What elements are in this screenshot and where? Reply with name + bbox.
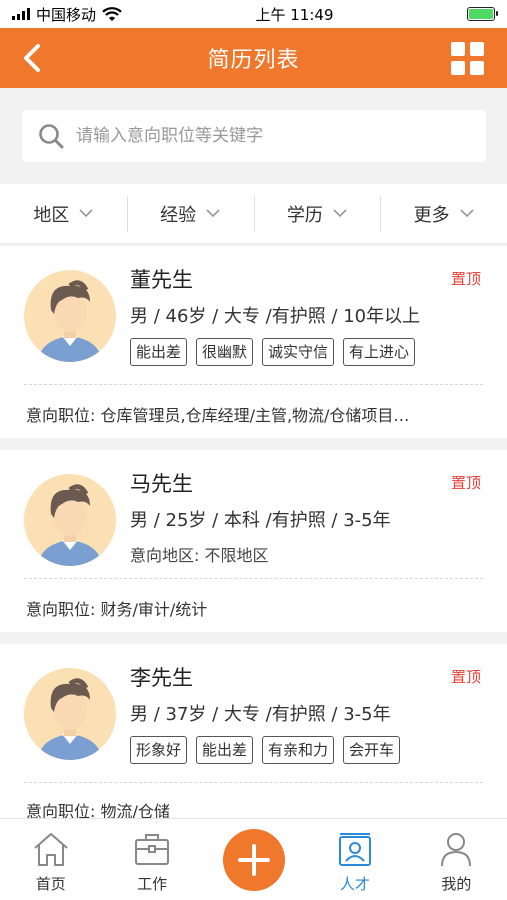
tab-talent[interactable]: 人才: [304, 819, 405, 900]
avatar: [24, 474, 116, 566]
intended-job: 意向职位: 仓库管理员,仓库经理/主管,物流/仓储项目…: [26, 406, 410, 425]
intended-job: 意向职位: 物流/仓储: [26, 802, 170, 818]
candidate-name: 马先生: [130, 472, 193, 496]
filter-label: 经验: [160, 204, 197, 226]
tab-bar: 首页 工作 人才 我的: [0, 818, 507, 900]
status-bar: 中国移动 上午 11:49: [0, 0, 507, 28]
back-arrow-icon[interactable]: [16, 42, 48, 74]
briefcase-icon: [135, 834, 170, 865]
candidate-info: 男 / 46岁 / 大专 /有护照 / 10年以上: [130, 306, 421, 327]
grid-icon[interactable]: [451, 42, 485, 76]
user-icon: [441, 833, 472, 867]
resume-card[interactable]: 李先生 置顶 男 / 37岁 / 大专 /有护照 / 3-5年 形象好 能出差 …: [0, 644, 507, 818]
candidate-info: 男 / 37岁 / 大专 /有护照 / 3-5年: [130, 704, 391, 725]
nav-bar: 简历列表: [0, 28, 507, 88]
tag: 诚实守信: [262, 338, 335, 366]
divider: [24, 384, 483, 385]
plus-icon: [237, 844, 270, 876]
status-time: 上午 11:49: [255, 5, 334, 24]
filter-label: 更多: [413, 204, 450, 226]
tag-list: 能出差 很幽默 诚实守信 有上进心: [130, 338, 416, 366]
chevron-down-icon: [460, 209, 474, 218]
add-button[interactable]: [222, 829, 285, 891]
tab-label: 人才: [339, 875, 370, 893]
filter-region[interactable]: 地区: [0, 184, 127, 243]
tag: 很幽默: [196, 338, 254, 366]
divider: [24, 578, 483, 579]
intended-region: 意向地区: 不限地区: [130, 546, 269, 565]
candidate-name: 李先生: [130, 666, 193, 690]
search-area: [0, 88, 507, 182]
pin-badge: 置顶: [450, 270, 481, 288]
chevron-down-icon: [333, 209, 347, 218]
filter-label: 地区: [33, 204, 70, 226]
filter-education[interactable]: 学历: [253, 184, 381, 243]
candidate-name: 董先生: [130, 268, 193, 292]
filter-label: 学历: [286, 204, 323, 226]
carrier-label: 中国移动: [36, 5, 97, 24]
tag: 能出差: [196, 736, 254, 764]
chevron-down-icon: [206, 209, 220, 218]
tag: 有上进心: [343, 338, 416, 366]
tag: 有亲和力: [262, 736, 335, 764]
pin-badge: 置顶: [450, 474, 481, 492]
tag: 能出差: [130, 338, 188, 366]
tab-plus: [203, 819, 304, 900]
tag: 会开车: [343, 736, 401, 764]
resume-card[interactable]: 马先生 置顶 男 / 25岁 / 本科 /有护照 / 3-5年 意向地区: 不限…: [0, 450, 507, 632]
tag: 形象好: [130, 736, 188, 764]
tab-mine[interactable]: 我的: [406, 819, 507, 900]
tag-list: 形象好 能出差 有亲和力 会开车: [130, 736, 401, 764]
pin-badge: 置顶: [450, 668, 481, 686]
talent-icon: [338, 833, 371, 866]
candidate-info: 男 / 25岁 / 本科 /有护照 / 3-5年: [130, 510, 391, 531]
battery-icon: [466, 7, 498, 21]
filter-experience[interactable]: 经验: [126, 184, 254, 243]
tab-home[interactable]: 首页: [0, 819, 101, 900]
page-title: 简历列表: [207, 48, 300, 73]
tab-label: 工作: [137, 875, 168, 893]
search-icon: [39, 124, 64, 149]
home-icon: [34, 833, 68, 866]
filter-bar: 地区 经验 学历 更多: [0, 184, 507, 244]
signal-icon: [12, 8, 30, 20]
avatar: [24, 668, 116, 760]
tab-label: 我的: [441, 875, 472, 893]
search-input[interactable]: [76, 126, 456, 146]
divider: [24, 782, 483, 783]
filter-more[interactable]: 更多: [380, 184, 507, 243]
search-box[interactable]: [22, 110, 486, 162]
resume-card[interactable]: 董先生 置顶 男 / 46岁 / 大专 /有护照 / 10年以上 能出差 很幽默…: [0, 246, 507, 438]
status-left: 中国移动: [12, 4, 122, 25]
tab-work[interactable]: 工作: [101, 819, 202, 900]
wifi-icon: [102, 6, 122, 21]
avatar: [24, 270, 116, 362]
chevron-down-icon: [79, 209, 93, 218]
tab-label: 首页: [35, 875, 66, 893]
intended-job: 意向职位: 财务/审计/统计: [26, 600, 208, 619]
